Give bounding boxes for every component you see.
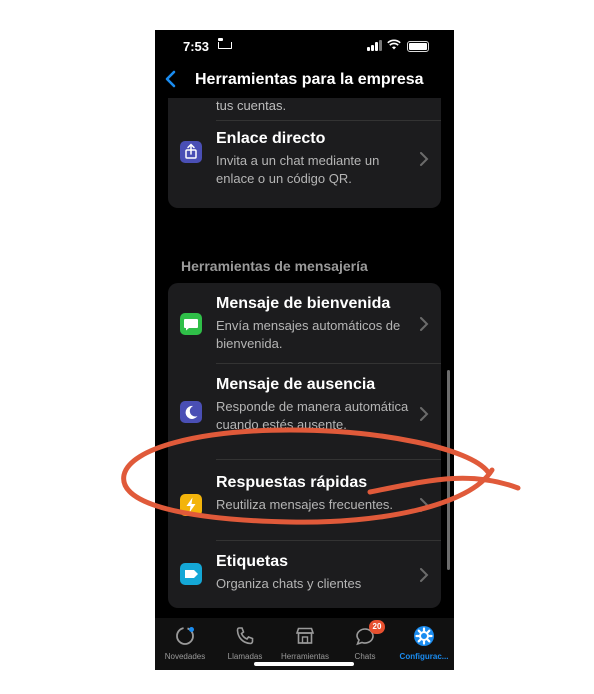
lightning-icon <box>180 494 202 516</box>
list-item-mensaje-ausencia[interactable]: Mensaje de ausencia Responde de manera a… <box>168 364 441 459</box>
chevron-right-icon <box>420 407 429 421</box>
list-item-enlace-directo[interactable]: Enlace directo Invita a un chat mediante… <box>168 122 441 208</box>
tab-herramientas[interactable]: Herramientas <box>275 622 335 666</box>
scrollbar[interactable] <box>447 370 450 570</box>
label-icon <box>180 563 202 585</box>
chevron-right-icon <box>420 568 429 582</box>
phone-icon <box>236 627 254 645</box>
store-icon <box>295 627 315 644</box>
list-item-mensaje-bienvenida[interactable]: Mensaje de bienvenida Envía mensajes aut… <box>168 283 441 363</box>
list-item-description: Reutiliza mensajes frecuentes. <box>216 497 394 512</box>
nav-bar: Herramientas para la empresa <box>155 62 454 98</box>
list-item-etiquetas[interactable]: Etiquetas Organiza chats y clientes <box>168 541 441 608</box>
unread-badge: 20 <box>369 620 385 634</box>
card-general: tus cuentas. Enlace directo Invita a un … <box>168 98 441 208</box>
share-icon <box>180 141 202 163</box>
section-header: Herramientas de mensajería <box>181 258 368 274</box>
sleep-focus-icon <box>218 38 232 49</box>
divider <box>216 120 441 121</box>
message-icon <box>180 313 202 335</box>
updates-icon <box>176 627 194 645</box>
chevron-right-icon <box>420 317 429 331</box>
tab-label: Llamadas <box>227 652 263 661</box>
home-indicator <box>254 662 354 666</box>
tab-label: Novedades <box>164 652 206 661</box>
list-item-title: Mensaje de bienvenida <box>216 295 391 312</box>
list-item-respuestas-rapidas[interactable]: Respuestas rápidas Reutiliza mensajes fr… <box>168 460 441 540</box>
tab-label: Chats <box>354 652 376 661</box>
page-title: Herramientas para la empresa <box>195 71 424 88</box>
list-item-title: Respuestas rápidas <box>216 474 368 491</box>
list-item-title: Enlace directo <box>216 130 326 147</box>
list-item-title: Mensaje de ausencia <box>216 376 376 393</box>
chevron-right-icon <box>420 498 429 512</box>
list-item-description: Organiza chats y clientes <box>216 576 362 591</box>
list-item-description: Invita a un chat mediante un enlace o un… <box>216 153 380 186</box>
chevron-left-icon[interactable] <box>161 69 181 89</box>
tab-llamadas[interactable]: Llamadas <box>215 622 275 666</box>
chevron-right-icon <box>420 152 429 166</box>
moon-icon <box>180 401 202 423</box>
phone-screen: 7:53 Herramientas para la empresa tus cu… <box>155 30 454 670</box>
status-time: 7:53 <box>183 39 210 54</box>
card-messaging-tools: Mensaje de bienvenida Envía mensajes aut… <box>168 283 441 608</box>
settings-list: tus cuentas. Enlace directo Invita a un … <box>155 98 454 618</box>
tab-novedades[interactable]: Novedades <box>155 622 215 666</box>
signal-icon <box>367 40 383 51</box>
list-item-description: Envía mensajes automáticos de bienvenida… <box>216 318 401 351</box>
tab-label: Herramientas <box>280 652 329 661</box>
status-bar: 7:53 <box>155 30 454 62</box>
tab-chats[interactable]: 20 Chats <box>335 620 395 666</box>
settings-icon <box>414 626 434 646</box>
partial-item-text: tus cuentas. <box>216 98 287 113</box>
list-item-title: Etiquetas <box>216 553 289 570</box>
battery-icon <box>407 41 429 52</box>
list-item-description: Responde de manera automática cuando est… <box>216 399 409 432</box>
tab-label: Configurac... <box>399 652 449 661</box>
tab-configuracion[interactable]: Configurac... <box>394 622 454 666</box>
wifi-icon <box>387 39 401 50</box>
